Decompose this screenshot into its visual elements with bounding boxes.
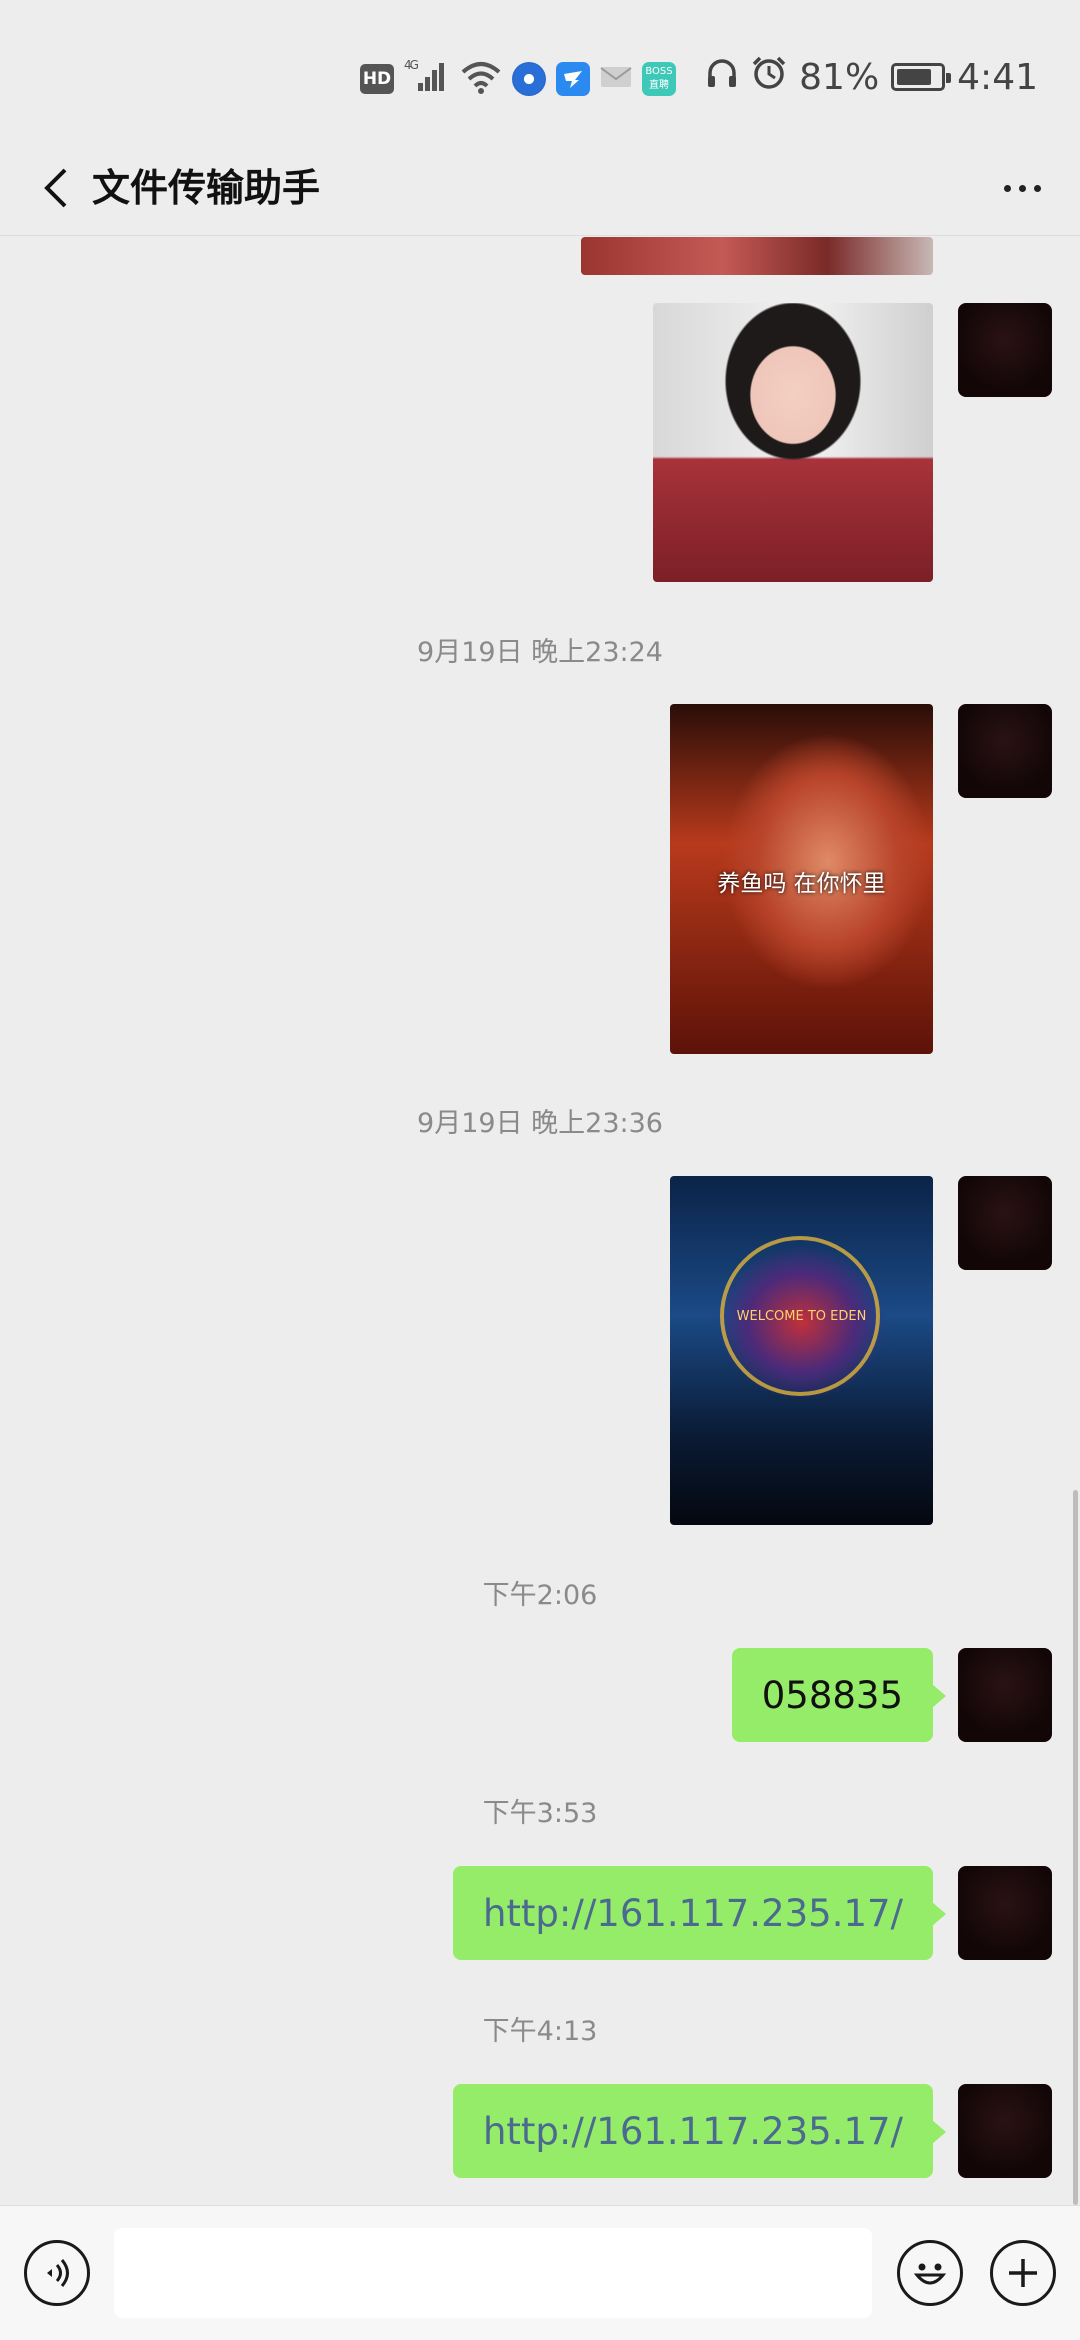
timestamp: 下午3:53: [482, 1798, 598, 1829]
image-caption: 养鱼吗 在你怀里: [717, 871, 886, 897]
timestamp: 下午4:13: [482, 2016, 598, 2047]
battery-fill: [897, 69, 932, 85]
status-icons: HD 4G BOSS直聘: [360, 57, 676, 101]
more-dot-icon: [1033, 184, 1041, 192]
image-message[interactable]: [581, 237, 933, 275]
status-bar: HD 4G BOSS直聘 81% 4:41: [0, 0, 1080, 160]
plus-icon: [1009, 2259, 1037, 2287]
emoji-button[interactable]: [897, 2240, 963, 2306]
avatar[interactable]: [958, 303, 1052, 397]
message-link[interactable]: http://161.117.235.17/: [483, 1892, 903, 1935]
message-link[interactable]: http://161.117.235.17/: [483, 2110, 903, 2153]
clock: 4:41: [957, 56, 1038, 98]
image-caption: WELCOME TO EDEN: [736, 1309, 867, 1324]
avatar[interactable]: [958, 1866, 1052, 1960]
avatar[interactable]: [958, 1176, 1052, 1270]
wifi-icon: [460, 60, 502, 98]
boss-app-icon: BOSS直聘: [642, 62, 676, 96]
signal-icon: 4G: [404, 57, 450, 101]
message-bubble[interactable]: http://161.117.235.17/: [452, 1866, 947, 1960]
headphones-icon: [705, 56, 739, 99]
voice-input-button[interactable]: [24, 2240, 90, 2306]
message-bubble[interactable]: http://161.117.235.17/: [452, 2084, 947, 2178]
chevron-left-icon: [44, 168, 67, 208]
more-options-button[interactable]: [986, 160, 1058, 216]
mail-icon: [600, 65, 632, 93]
back-button[interactable]: [28, 160, 84, 216]
input-bar: [0, 2205, 1080, 2340]
message-input[interactable]: [114, 2228, 872, 2318]
emoji-icon: [913, 2263, 947, 2285]
status-right: 81% 4:41: [705, 55, 1038, 99]
more-dot-icon: [1003, 184, 1011, 192]
voice-icon: [47, 2259, 69, 2287]
image-message[interactable]: [653, 303, 933, 582]
chat-area[interactable]: 9月19日 晚上23:24 养鱼吗 在你怀里 9月19日 晚上23:36 WEL…: [0, 237, 1080, 2205]
battery-percent: 81%: [799, 56, 880, 98]
message-text[interactable]: 058835: [762, 1674, 903, 1717]
more-dot-icon: [1018, 184, 1026, 192]
timestamp: 9月19日 晚上23:36: [417, 1108, 663, 1139]
timestamp: 9月19日 晚上23:24: [417, 637, 663, 668]
dingtalk-app-icon: [556, 62, 590, 96]
svg-text:4G: 4G: [404, 58, 419, 72]
avatar[interactable]: [958, 704, 1052, 798]
image-message[interactable]: WELCOME TO EDEN: [670, 1176, 933, 1525]
image-message[interactable]: 养鱼吗 在你怀里: [670, 704, 933, 1054]
boss-app-label: BOSS直聘: [645, 66, 673, 91]
battery-icon: [891, 63, 952, 91]
browser-app-icon: [512, 62, 546, 96]
scrollbar[interactable]: [1073, 1490, 1078, 2205]
chat-header: 文件传输助手: [0, 140, 1080, 236]
avatar[interactable]: [958, 2084, 1052, 2178]
message-bubble[interactable]: 058835: [731, 1648, 947, 1742]
alarm-icon: [751, 55, 787, 100]
hd-icon: HD: [360, 64, 394, 94]
timestamp: 下午2:06: [482, 1580, 598, 1611]
avatar[interactable]: [958, 1648, 1052, 1742]
plus-button[interactable]: [990, 2240, 1056, 2306]
page-title: 文件传输助手: [92, 166, 321, 210]
